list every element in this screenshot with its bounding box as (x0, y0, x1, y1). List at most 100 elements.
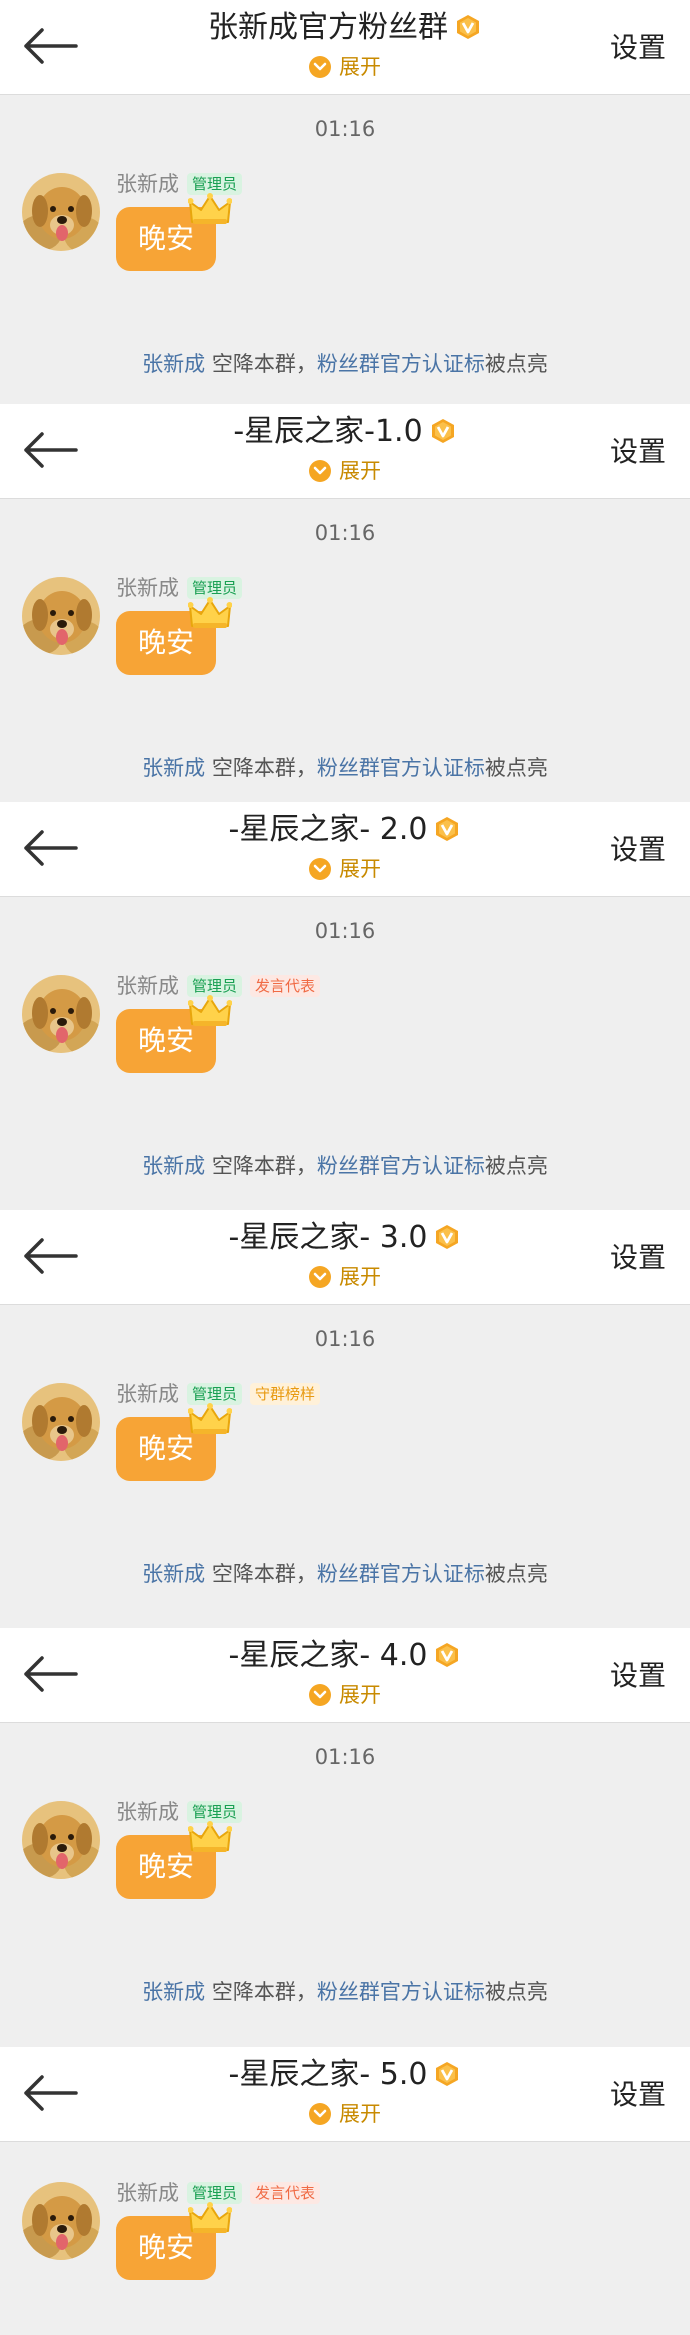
group-title-row: -星辰之家- 2.0 (0, 810, 690, 850)
expand-label: 展开 (339, 857, 381, 881)
settings-button[interactable]: 设置 (610, 830, 666, 870)
notice-text-end: 被点亮 (484, 1154, 548, 1178)
verified-v-icon (433, 2059, 461, 2087)
message-bubble[interactable]: 晚安 (116, 193, 233, 271)
system-notice: 张新成 空降本群，粉丝群官方认证标被点亮 (0, 753, 690, 783)
notice-text: 空降本群， (205, 352, 317, 376)
message-bubble[interactable]: 晚安 (116, 995, 233, 1073)
system-notice: 张新成 空降本群，粉丝群官方认证标被点亮 (0, 349, 690, 379)
expand-label: 展开 (339, 459, 381, 483)
avatar[interactable] (22, 1801, 100, 1879)
group-title-row: -星辰之家- 3.0 (0, 1218, 690, 1258)
message-bubble[interactable]: 晚安 (116, 597, 233, 675)
notice-text-end: 被点亮 (484, 1562, 548, 1586)
crown-icon (187, 2196, 233, 2233)
settings-button[interactable]: 设置 (610, 1238, 666, 1278)
expand-toggle[interactable]: 展开 (0, 456, 690, 486)
sender-name[interactable]: 张新成 (116, 1800, 179, 1824)
group-title: -星辰之家- 4.0 (228, 1638, 428, 1673)
notice-badge-link[interactable]: 粉丝群官方认证标 (317, 1154, 485, 1178)
avatar[interactable] (22, 173, 100, 251)
system-notice: 张新成 空降本群，粉丝群官方认证标被点亮 (0, 1977, 690, 2007)
notice-badge-link[interactable]: 粉丝群官方认证标 (317, 756, 485, 780)
chevron-down-icon (309, 1266, 331, 1288)
group-title-row: -星辰之家-1.0 (0, 412, 690, 452)
verified-v-icon (454, 12, 482, 40)
message-bubble[interactable]: 晚安 (116, 1403, 233, 1481)
notice-text-end: 被点亮 (484, 756, 548, 780)
chat-section: -星辰之家- 3.0 展开 设置 01:16 张新成 管理员 守群榜样 晚安 张新成 空降本群，… (0, 1210, 690, 1628)
sender-name[interactable]: 张新成 (116, 172, 179, 196)
expand-label: 展开 (339, 2102, 381, 2126)
settings-button[interactable]: 设置 (610, 432, 666, 472)
notice-user-link[interactable]: 张新成 (142, 352, 205, 376)
notice-text: 空降本群， (205, 1980, 317, 2004)
chat-section: 张新成官方粉丝群 展开 设置 01:16 张新成 管理员 晚安 张新成 空降本群，粉丝群官方认… (0, 0, 690, 404)
chevron-down-icon (309, 56, 331, 78)
message-text: 晚安 (137, 1024, 194, 1057)
chevron-down-icon (309, 460, 331, 482)
verified-v-icon (429, 416, 457, 444)
group-title: -星辰之家-1.0 (233, 414, 423, 449)
message-text: 晚安 (137, 2231, 194, 2264)
avatar[interactable] (22, 975, 100, 1053)
system-notice: 张新成 空降本群，粉丝群官方认证标被点亮 (0, 1559, 690, 1589)
expand-toggle[interactable]: 展开 (0, 1262, 690, 1292)
expand-label: 展开 (339, 1683, 381, 1707)
notice-badge-link[interactable]: 粉丝群官方认证标 (317, 352, 485, 376)
settings-button[interactable]: 设置 (610, 1656, 666, 1696)
notice-text: 空降本群， (205, 756, 317, 780)
group-title: 张新成官方粉丝群 (208, 10, 448, 45)
message-timestamp: 01:16 (314, 1745, 376, 1769)
sender-name[interactable]: 张新成 (116, 974, 179, 998)
expand-toggle[interactable]: 展开 (0, 1680, 690, 1710)
notice-user-link[interactable]: 张新成 (142, 756, 205, 780)
notice-text: 空降本群， (205, 1562, 317, 1586)
chat-section: -星辰之家- 4.0 展开 设置 01:16 张新成 管理员 晚安 张新成 空降本群，粉丝群官… (0, 1628, 690, 2047)
chat-header: -星辰之家- 4.0 展开 设置 (0, 1628, 690, 1723)
verified-v-icon (433, 814, 461, 842)
chat-section: -星辰之家- 5.0 展开 设置 张新成 管理员 发言代表 晚安 (0, 2047, 690, 2335)
sender-name[interactable]: 张新成 (116, 2181, 179, 2205)
chat-header: -星辰之家-1.0 展开 设置 (0, 404, 690, 499)
avatar[interactable] (22, 2182, 100, 2260)
sender-name[interactable]: 张新成 (116, 1382, 179, 1406)
group-title: -星辰之家- 3.0 (228, 1220, 428, 1255)
verified-v-icon (433, 1222, 461, 1250)
crown-icon (187, 1397, 233, 1434)
expand-label: 展开 (339, 55, 381, 79)
notice-user-link[interactable]: 张新成 (142, 1980, 205, 2004)
chevron-down-icon (309, 858, 331, 880)
expand-toggle[interactable]: 展开 (0, 52, 690, 82)
system-notice: 张新成 空降本群，粉丝群官方认证标被点亮 (0, 1151, 690, 1181)
message-text: 晚安 (137, 1432, 194, 1465)
avatar[interactable] (22, 577, 100, 655)
settings-button[interactable]: 设置 (610, 28, 666, 68)
avatar[interactable] (22, 1383, 100, 1461)
message-bubble[interactable]: 晚安 (116, 2202, 233, 2280)
group-title-row: -星辰之家- 4.0 (0, 1636, 690, 1676)
notice-text-end: 被点亮 (484, 352, 548, 376)
message-timestamp: 01:16 (314, 117, 376, 141)
crown-icon (187, 591, 233, 628)
message-text: 晚安 (137, 1850, 194, 1883)
chat-header: -星辰之家- 5.0 展开 设置 (0, 2047, 690, 2142)
sender-name[interactable]: 张新成 (116, 576, 179, 600)
verified-v-icon (433, 1640, 461, 1668)
expand-toggle[interactable]: 展开 (0, 2099, 690, 2129)
group-title-row: 张新成官方粉丝群 (0, 8, 690, 48)
notice-badge-link[interactable]: 粉丝群官方认证标 (317, 1562, 485, 1586)
notice-badge-link[interactable]: 粉丝群官方认证标 (317, 1980, 485, 2004)
settings-button[interactable]: 设置 (610, 2075, 666, 2115)
chat-header: 张新成官方粉丝群展开 设置 (0, 0, 690, 95)
chat-section: -星辰之家- 2.0 展开 设置 01:16 张新成 管理员 发言代表 晚安 张新成 空降本群，… (0, 802, 690, 1210)
message-bubble[interactable]: 晚安 (116, 1821, 233, 1899)
notice-text: 空降本群， (205, 1154, 317, 1178)
role-badge: 守群榜样 (250, 1383, 321, 1405)
notice-user-link[interactable]: 张新成 (142, 1154, 205, 1178)
expand-toggle[interactable]: 展开 (0, 854, 690, 884)
chat-header: -星辰之家- 2.0 展开 设置 (0, 802, 690, 897)
crown-icon (187, 989, 233, 1026)
message-timestamp: 01:16 (314, 1327, 376, 1351)
notice-user-link[interactable]: 张新成 (142, 1562, 205, 1586)
